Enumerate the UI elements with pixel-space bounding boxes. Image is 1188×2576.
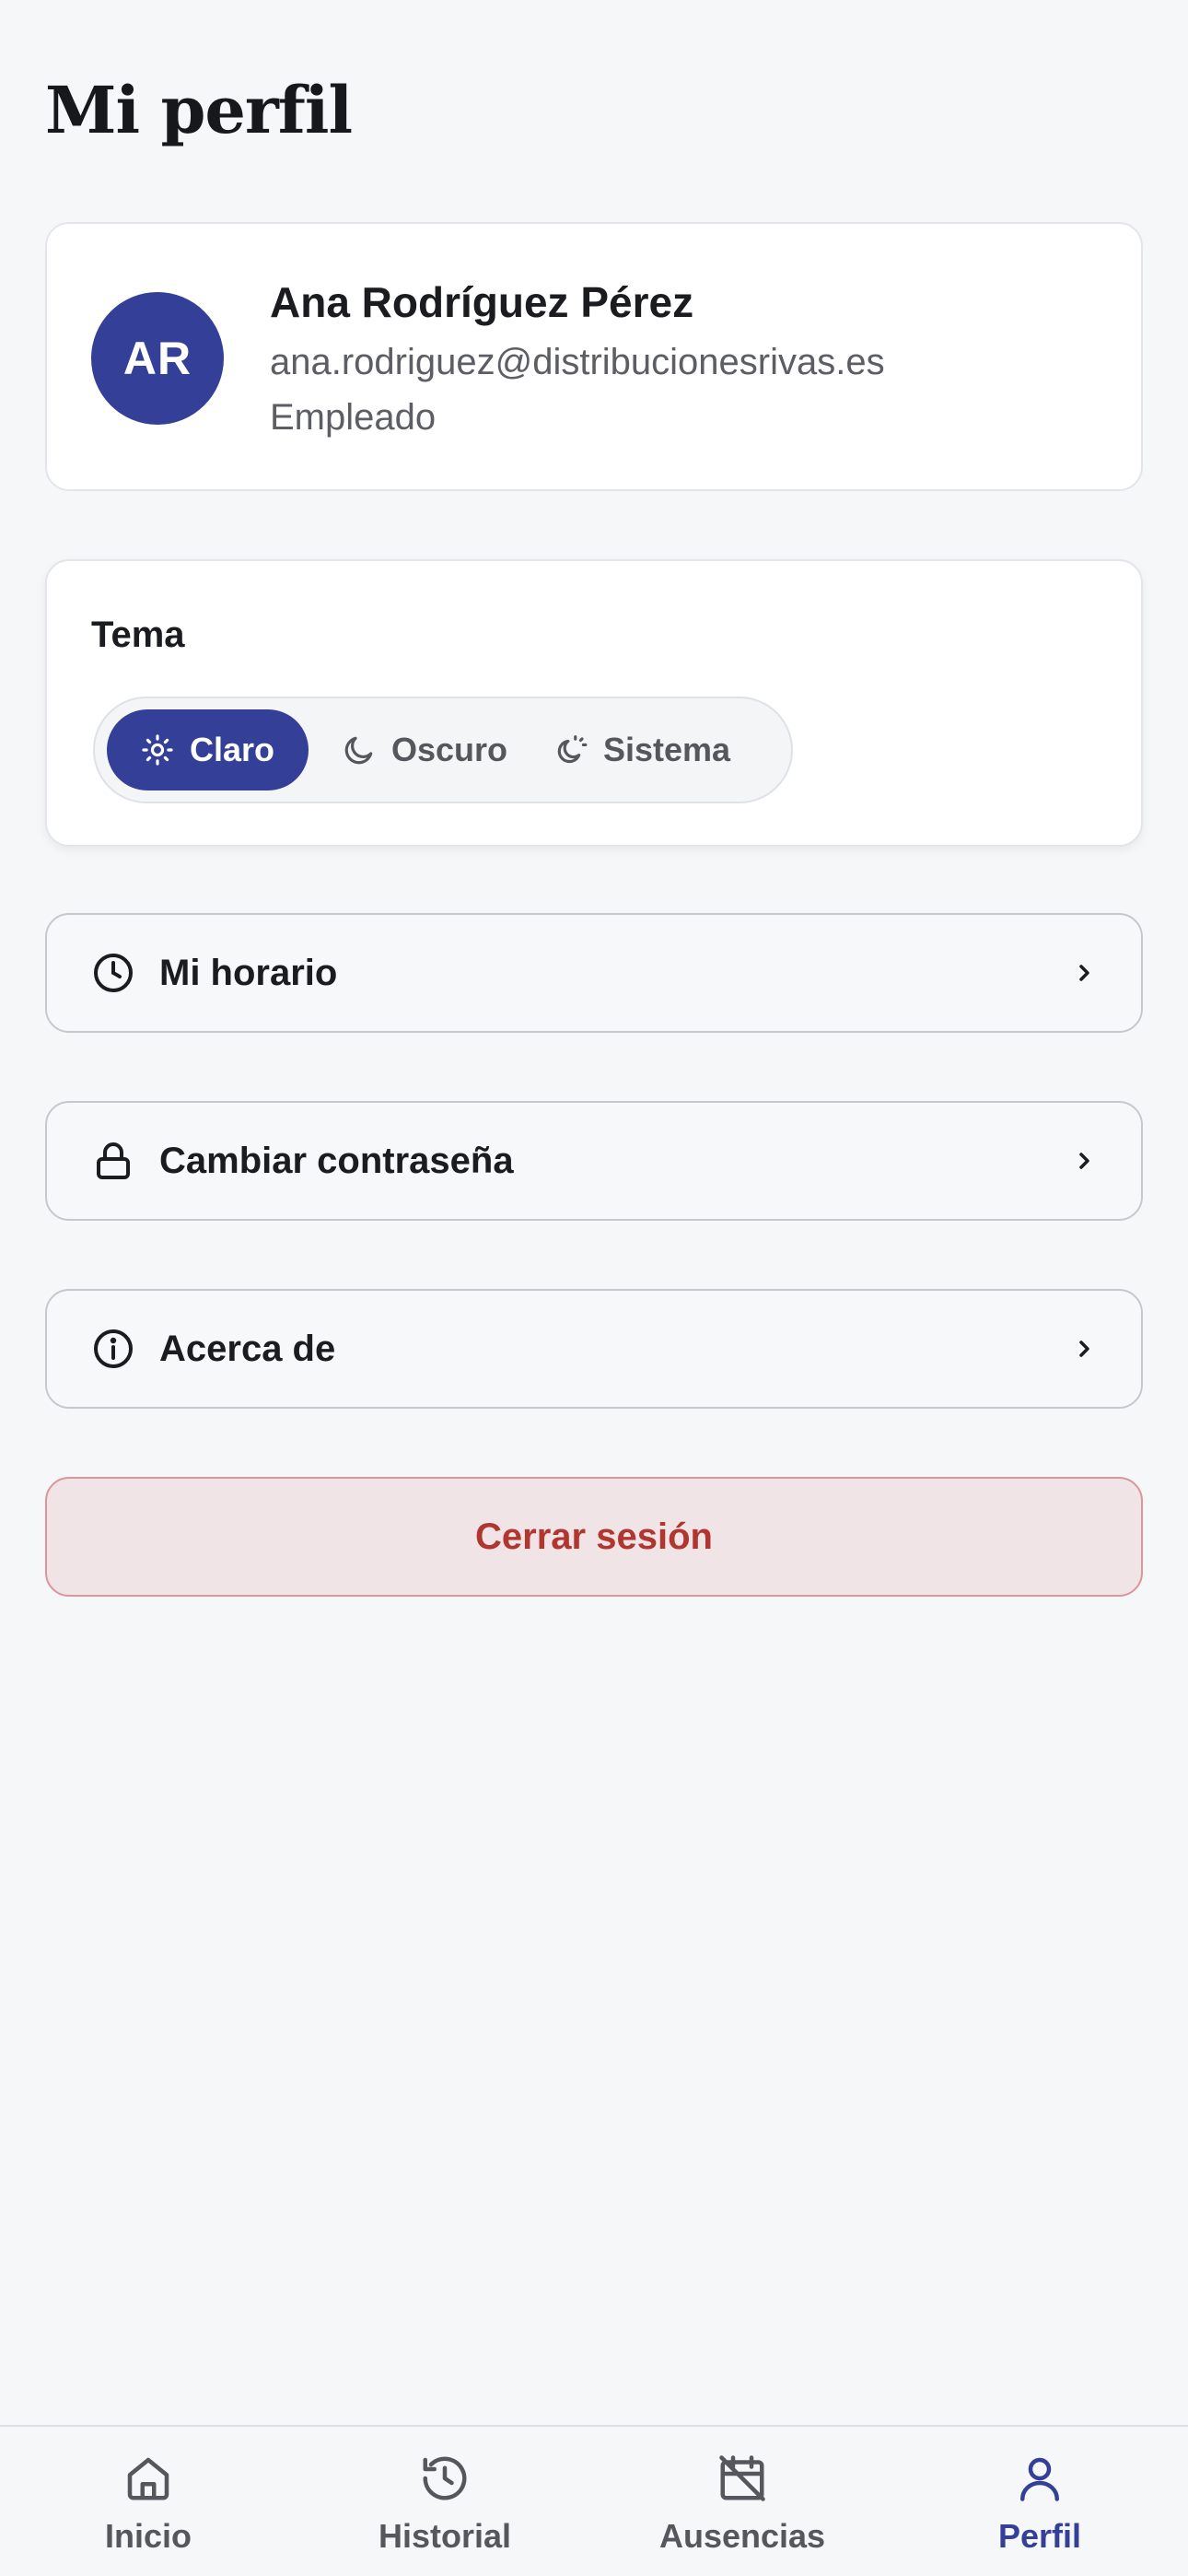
sun-moon-icon [557, 735, 588, 764]
nav-label: Ausencias [658, 2517, 826, 2555]
nav-item-ausencias[interactable]: Ausencias [594, 2427, 891, 2576]
theme-option-label: Claro [190, 731, 275, 768]
menu-item-cambiar-contrasena[interactable]: Cambiar contraseña [45, 1101, 1143, 1221]
menu-item-acerca-de[interactable]: Acerca de [45, 1289, 1143, 1409]
clock-icon [94, 954, 133, 992]
home-icon [127, 2457, 169, 2500]
nav-label: Inicio [104, 2517, 192, 2555]
avatar: AR [91, 292, 224, 425]
sun-icon [142, 734, 173, 766]
profile-email: ana.rodriguez@distribucionesrivas.es [270, 342, 885, 382]
calendar-off-icon [719, 2455, 765, 2501]
logout-button[interactable]: Cerrar sesión [45, 1477, 1143, 1597]
profile-name: Ana Rodríguez Pérez [270, 278, 694, 326]
theme-selector: Claro Oscuro Sistema [93, 697, 793, 803]
page-title: Mi perfil [45, 72, 353, 148]
theme-card: Tema Claro Oscuro Sistema [45, 559, 1143, 847]
chevron-right-icon [1079, 1341, 1089, 1357]
nav-item-inicio[interactable]: Inicio [0, 2427, 297, 2576]
nav-item-historial[interactable]: Historial [297, 2427, 593, 2576]
nav-item-perfil[interactable]: Perfil [891, 2427, 1188, 2576]
menu-item-label: Mi horario [159, 952, 338, 993]
theme-label: Tema [91, 615, 185, 655]
chevron-right-icon [1079, 1153, 1089, 1169]
menu-item-mi-horario[interactable]: Mi horario [45, 913, 1143, 1033]
profile-card: AR Ana Rodríguez Pérez ana.rodriguez@dis… [45, 222, 1143, 491]
theme-option-label: Sistema [603, 731, 731, 768]
menu-item-label: Acerca de [159, 1328, 336, 1369]
bottom-nav: Inicio Historial Ausencias Perfil [0, 2425, 1188, 2576]
profile-screen: Mi perfil AR Ana Rodríguez Pérez ana.rod… [0, 0, 1188, 2576]
info-icon [94, 1329, 133, 1368]
nav-label: Historial [378, 2517, 512, 2555]
theme-option-label: Oscuro [391, 731, 508, 768]
theme-option-oscuro[interactable]: Oscuro [309, 709, 520, 790]
profile-role: Empleado [270, 397, 437, 438]
moon-icon [344, 736, 373, 765]
theme-option-claro[interactable]: Claro [107, 709, 309, 790]
chevron-right-icon [1079, 965, 1089, 981]
lock-icon [97, 1142, 130, 1179]
user-icon [1020, 2457, 1059, 2501]
nav-label: Perfil [997, 2517, 1082, 2555]
theme-option-sistema[interactable]: Sistema [520, 709, 778, 790]
history-icon [423, 2456, 467, 2500]
menu-item-label: Cambiar contraseña [159, 1140, 514, 1181]
